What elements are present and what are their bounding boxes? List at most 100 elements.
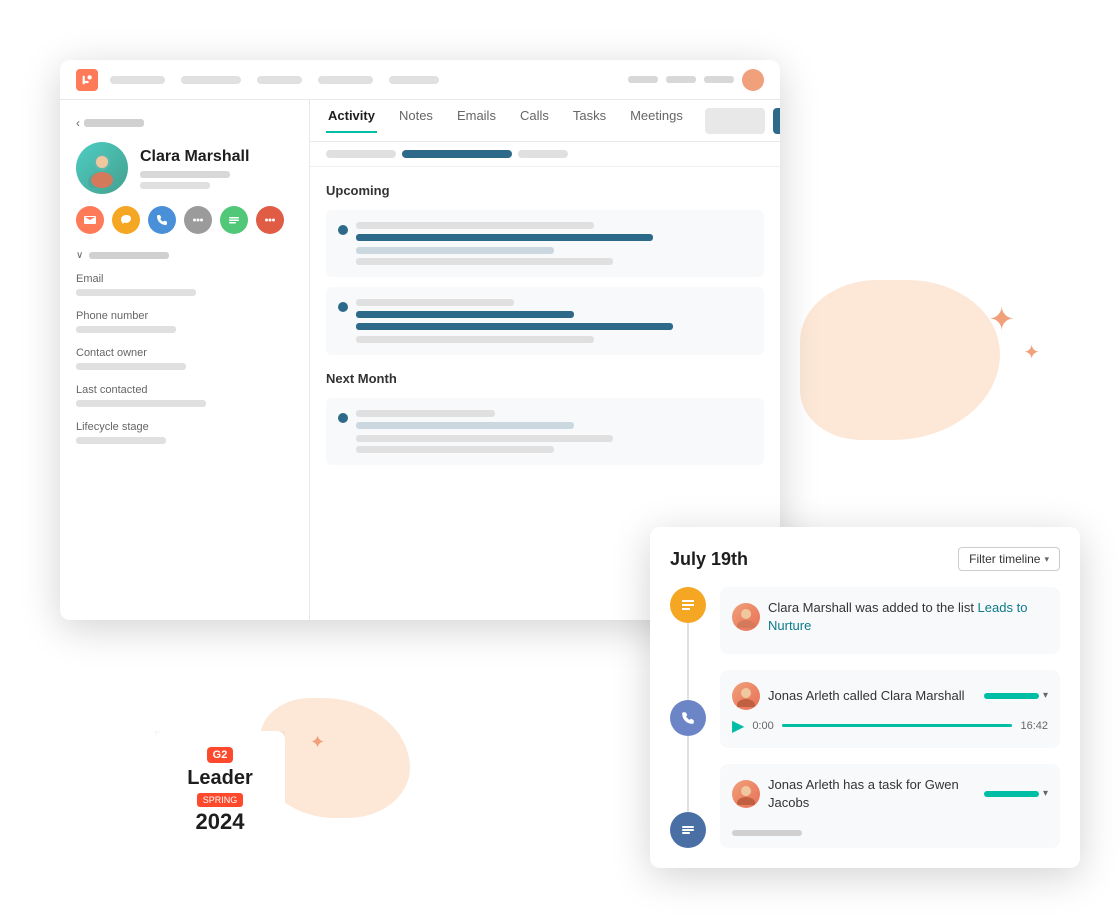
email-value xyxy=(76,289,196,296)
contact-sub-bar-1 xyxy=(140,171,230,178)
tab-emails[interactable]: Emails xyxy=(455,108,498,133)
left-sidebar: ‹ Clara Marshall xyxy=(60,100,310,620)
event-text-main-1: Clara Marshall was added to the list xyxy=(768,600,978,615)
more-action-btn[interactable] xyxy=(256,206,284,234)
t-bar-2b xyxy=(356,311,574,318)
timeline-bars-1 xyxy=(356,222,752,241)
call-action-btn[interactable] xyxy=(148,206,176,234)
g2-logo: G2 xyxy=(207,747,234,763)
event-icon-call xyxy=(670,700,706,736)
filter-timeline-btn[interactable]: Filter timeline ▾ xyxy=(958,547,1060,571)
event-icon-task xyxy=(670,812,706,848)
tabs-row: Activity Notes Emails Calls Tasks Meetin… xyxy=(310,100,780,142)
timeline-dot-3 xyxy=(338,413,348,423)
event-card-2-header: Jonas Arleth called Clara Marshall ▾ xyxy=(732,682,1048,710)
next-month-item-1 xyxy=(326,398,764,465)
nav-right-item-2 xyxy=(666,76,696,83)
nav-item-5 xyxy=(389,76,439,84)
timeline-bars-3 xyxy=(356,410,752,429)
event-card-1-header: Clara Marshall was added to the list Lea… xyxy=(732,599,1048,635)
event-avatar-3 xyxy=(732,780,760,808)
event-card-list-add: Clara Marshall was added to the list Lea… xyxy=(720,587,1060,653)
filter-btn-label: Filter timeline xyxy=(969,552,1040,566)
email-action-btn[interactable] xyxy=(76,206,104,234)
filter-bar-1[interactable] xyxy=(326,150,396,158)
task-sub xyxy=(732,818,1048,836)
prop-header-bar xyxy=(89,252,169,259)
event-card-call: Jonas Arleth called Clara Marshall ▾ ▶ 0… xyxy=(720,670,1060,748)
timeline-date: July 19th xyxy=(670,549,748,570)
play-button[interactable]: ▶ xyxy=(732,716,744,736)
phone-value xyxy=(76,326,176,333)
chat-action-btn[interactable] xyxy=(112,206,140,234)
user-avatar-nav xyxy=(742,69,764,91)
event-tag-wrap: ▾ xyxy=(984,690,1048,701)
t-bar-2c xyxy=(356,323,673,330)
upcoming-row-2 xyxy=(338,299,752,330)
tab-tasks[interactable]: Tasks xyxy=(571,108,608,133)
filter-bar-2[interactable] xyxy=(402,150,512,158)
next-month-section-title: Next Month xyxy=(326,371,764,386)
timeline-panel: July 19th Filter timeline ▾ xyxy=(650,527,1080,868)
tab-meetings[interactable]: Meetings xyxy=(628,108,685,133)
nav-bar xyxy=(60,60,780,100)
email-field: Email xyxy=(76,273,293,296)
t-bar-1d xyxy=(356,258,613,265)
chevron-down-icon: ∨ xyxy=(76,250,83,261)
audio-progress-bar[interactable] xyxy=(782,724,1013,727)
sparkle-small-icon: ✦ xyxy=(1023,340,1040,365)
filter-bar-3[interactable] xyxy=(518,150,568,158)
contact-name: Clara Marshall xyxy=(140,148,249,166)
timeline-events: Clara Marshall was added to the list Lea… xyxy=(670,587,1060,848)
event-text-2: Jonas Arleth called Clara Marshall xyxy=(768,687,968,705)
audio-total-time: 16:42 xyxy=(1020,720,1048,732)
btn-light[interactable] xyxy=(705,108,765,134)
task-sub-bar xyxy=(732,830,802,836)
contact-sub-bar-2 xyxy=(140,182,210,189)
message-action-btn[interactable] xyxy=(184,206,212,234)
g2-leader-title: Leader xyxy=(169,767,271,790)
events-content-col: Clara Marshall was added to the list Lea… xyxy=(720,587,1060,848)
timeline-dot-1 xyxy=(338,225,348,235)
t-bar-1c xyxy=(356,247,554,254)
nav-right-item-1 xyxy=(628,76,658,83)
task-tag-wrap: ▾ xyxy=(984,788,1048,799)
t-bar-3b xyxy=(356,422,574,429)
btn-dark[interactable] xyxy=(773,108,780,134)
lifecycle-value xyxy=(76,437,166,444)
t-bar-1a xyxy=(356,222,594,229)
contact-avatar xyxy=(76,142,128,194)
t-bar-1b xyxy=(356,234,653,241)
event-icon-list xyxy=(670,587,706,623)
tasks-action-btn[interactable] xyxy=(220,206,248,234)
timeline-dot-2 xyxy=(338,302,348,312)
action-buttons-row xyxy=(76,206,293,234)
tab-activity[interactable]: Activity xyxy=(326,108,377,133)
event-avatar-2 xyxy=(732,682,760,710)
nav-right-item-3 xyxy=(704,76,734,83)
phone-field: Phone number xyxy=(76,310,293,333)
owner-label: Contact owner xyxy=(76,347,293,359)
audio-current-time: 0:00 xyxy=(752,720,773,732)
decorative-blob-top xyxy=(800,280,1000,440)
main-container: ✦ ✦ ✦ xyxy=(0,0,1120,918)
tab-calls[interactable]: Calls xyxy=(518,108,551,133)
g2-badge-shape: G2 Leader SPRING 2024 xyxy=(155,731,285,853)
nav-item-4 xyxy=(318,76,373,84)
t-bar-3a xyxy=(356,410,495,417)
t-bar-2d xyxy=(356,336,594,343)
g2-badge: G2 Leader SPRING 2024 xyxy=(155,731,285,853)
event-avatar-1 xyxy=(732,603,760,631)
back-button[interactable]: ‹ xyxy=(76,116,293,130)
last-contacted-label: Last contacted xyxy=(76,384,293,396)
nav-item-3 xyxy=(257,76,302,84)
timeline-panel-header: July 19th Filter timeline ▾ xyxy=(670,547,1060,571)
task-tag xyxy=(984,791,1039,797)
t-bar-3d xyxy=(356,446,554,453)
next-month-row-1 xyxy=(338,410,752,429)
upcoming-item-1 xyxy=(326,210,764,277)
phone-label: Phone number xyxy=(76,310,293,322)
last-contacted-value xyxy=(76,400,206,407)
g2-spring-badge: SPRING xyxy=(197,793,244,807)
tab-notes[interactable]: Notes xyxy=(397,108,435,133)
